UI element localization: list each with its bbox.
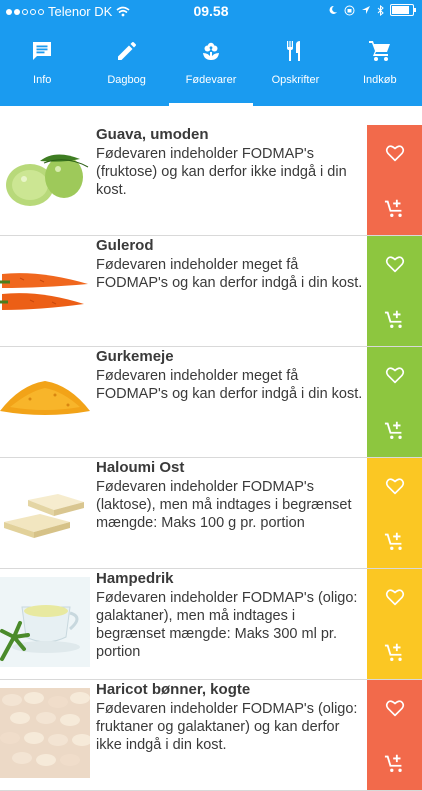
tab-indkob[interactable]: Indkøb — [338, 22, 422, 106]
food-title: Haricot bønner, kogte — [96, 681, 251, 698]
beans-image — [0, 688, 90, 778]
add-cart-icon — [384, 532, 402, 550]
heart-icon — [385, 477, 404, 494]
food-title: Haloumi Ost — [96, 459, 185, 476]
action-strip — [367, 569, 422, 679]
food-title: Gulerod — [96, 237, 154, 254]
list-item[interactable]: Guava, umoden Fødevaren indeholder FODMA… — [0, 125, 422, 236]
tab-label: Indkøb — [363, 74, 397, 86]
tab-fodevarer[interactable]: Fødevarer — [168, 22, 254, 106]
location-icon — [362, 6, 370, 14]
app-header: Telenor DK 09.58 Info Dagbog Fødevarer O… — [0, 0, 422, 106]
list-item[interactable]: Gulerod Fødevaren indeholder meget få FO… — [0, 236, 422, 347]
bluetooth-icon — [377, 4, 384, 16]
list-item[interactable]: Gurkemeje Fødevaren indeholder meget få … — [0, 347, 422, 458]
heart-icon — [385, 366, 404, 383]
tab-dagbog[interactable]: Dagbog — [84, 22, 168, 106]
favorite-button[interactable] — [367, 347, 422, 402]
halloumi-image — [0, 466, 90, 556]
heart-icon — [385, 144, 404, 161]
add-cart-icon — [384, 754, 402, 772]
flower-icon — [196, 36, 226, 66]
add-cart-icon — [384, 199, 402, 217]
pencil-icon — [112, 36, 142, 66]
tab-label: Fødevarer — [185, 74, 237, 86]
tab-info[interactable]: Info — [0, 22, 84, 106]
favorite-button[interactable] — [367, 125, 422, 180]
favorite-button[interactable] — [367, 236, 422, 291]
heart-icon — [385, 255, 404, 272]
battery-icon — [390, 4, 416, 16]
favorite-button[interactable] — [367, 569, 422, 624]
status-bar: Telenor DK 09.58 — [0, 0, 422, 22]
food-description: Fødevaren indeholder FODMAP's (fruktose)… — [96, 146, 347, 198]
tab-label: Dagbog — [107, 74, 146, 86]
tab-label: Opskrifter — [271, 74, 320, 86]
food-description: Fødevaren indeholder FODMAP's (laktose),… — [96, 479, 352, 531]
action-strip — [367, 458, 422, 568]
tab-bar: Info Dagbog Fødevarer Opskrifter Indkøb — [0, 22, 422, 106]
add-to-cart-button[interactable] — [367, 735, 422, 790]
action-strip — [367, 347, 422, 457]
food-description: Fødevaren indeholder FODMAP's (oligo: ga… — [96, 590, 358, 660]
food-description: Fødevaren indeholder meget få FODMAP's o… — [96, 257, 363, 291]
guava-image — [0, 133, 90, 223]
add-to-cart-button[interactable] — [367, 513, 422, 568]
add-cart-icon — [384, 421, 402, 439]
favorite-button[interactable] — [367, 458, 422, 513]
add-to-cart-button[interactable] — [367, 624, 422, 679]
list-item[interactable]: Haricot bønner, kogte Fødevaren indehold… — [0, 680, 422, 791]
turmeric-image — [0, 355, 90, 445]
add-cart-icon — [384, 643, 402, 661]
add-to-cart-button[interactable] — [367, 180, 422, 235]
favorite-button[interactable] — [367, 680, 422, 735]
food-title: Guava, umoden — [96, 126, 209, 143]
add-to-cart-button[interactable] — [367, 402, 422, 457]
food-title: Hampedrik — [96, 570, 174, 587]
list-item[interactable]: Hampedrik Fødevaren indeholder FODMAP's … — [0, 569, 422, 680]
list-item[interactable]: Haloumi Ost Fødevaren indeholder FODMAP'… — [0, 458, 422, 569]
message-icon — [27, 36, 57, 66]
action-strip — [367, 125, 422, 235]
carrot-image — [0, 244, 90, 334]
tab-opskrifter[interactable]: Opskrifter — [253, 22, 337, 106]
food-title: Gurkemeje — [96, 348, 174, 365]
tab-label: Info — [33, 74, 52, 86]
moon-icon — [329, 5, 337, 14]
food-description: Fødevaren indeholder meget få FODMAP's o… — [96, 368, 363, 402]
add-cart-icon — [384, 310, 402, 328]
add-to-cart-button[interactable] — [367, 291, 422, 346]
food-list: Guava, umoden Fødevaren indeholder FODMA… — [0, 125, 422, 791]
food-description: Fødevaren indeholder FODMAP's (oligo: fr… — [96, 701, 358, 753]
action-strip — [367, 680, 422, 790]
cutlery-icon — [280, 36, 310, 66]
action-strip — [367, 236, 422, 346]
rotation-lock-icon — [344, 5, 355, 15]
cart-icon — [365, 36, 395, 66]
heart-icon — [385, 588, 404, 605]
hemp-drink-image — [0, 577, 90, 667]
heart-icon — [385, 699, 404, 716]
